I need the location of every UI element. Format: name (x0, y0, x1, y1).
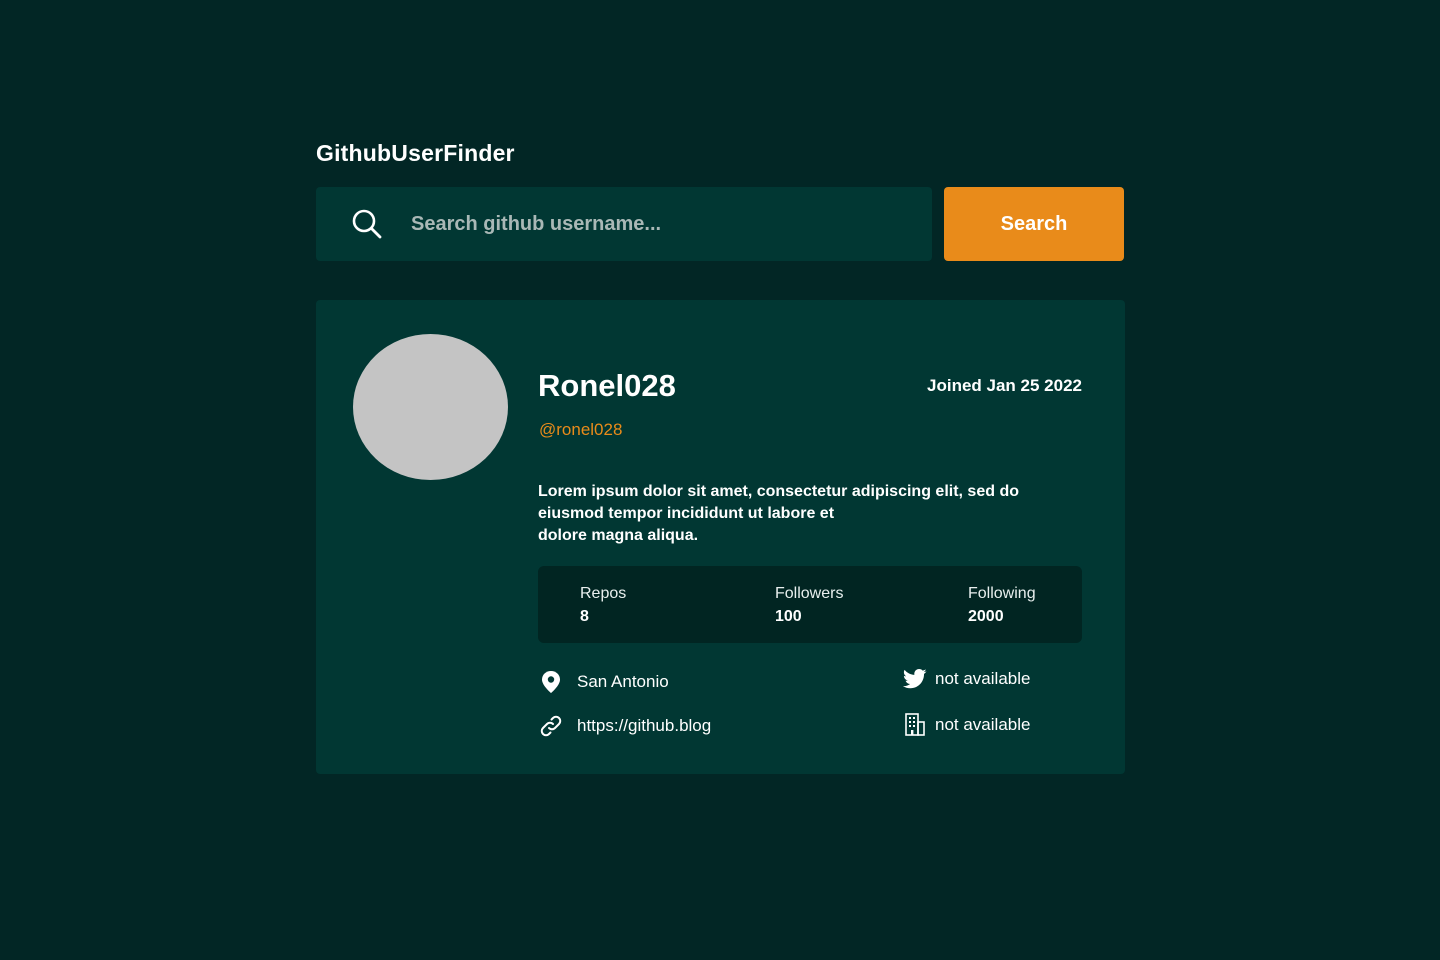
bio-line: Lorem ipsum dolor sit amet, consectetur … (538, 483, 1019, 500)
info-location: San Antonio (538, 670, 669, 694)
info-blog[interactable]: https://github.blog (538, 714, 711, 738)
info-twitter: not available (902, 669, 1030, 689)
profile-card: Ronel028 Joined Jan 25 2022 @ronel028 Lo… (316, 300, 1125, 774)
profile-display-name: Ronel028 (538, 368, 676, 403)
profile-username: @ronel028 (539, 420, 623, 439)
stat-following: Following 2000 (968, 585, 1036, 626)
avatar (353, 334, 508, 480)
search-input[interactable] (411, 187, 911, 261)
link-icon (538, 714, 564, 738)
search-button[interactable]: Search (944, 187, 1124, 261)
twitter-icon (902, 669, 928, 689)
bio-line: dolore magna aliqua. (538, 527, 699, 544)
stat-repos-label: Repos (580, 585, 627, 602)
profile-bio: Lorem ipsum dolor sit amet, consectetur … (538, 481, 1078, 547)
bio-line: eiusmod tempor incididunt ut labore et (538, 505, 835, 522)
twitter-text: not available (935, 669, 1031, 688)
location-text: San Antonio (577, 672, 669, 691)
location-pin-icon (538, 670, 564, 694)
building-icon (902, 713, 928, 737)
search-icon (351, 208, 383, 245)
info-company: not available (902, 713, 1030, 737)
app-title: GithubUserFinder (316, 140, 515, 166)
stat-following-value: 2000 (968, 608, 1004, 625)
stat-repos: Repos 8 (580, 585, 626, 626)
search-bar (316, 187, 932, 261)
stat-followers: Followers 100 (775, 585, 843, 626)
stat-followers-value: 100 (775, 608, 802, 625)
stats-panel: Repos 8 Followers 100 Following 2000 (538, 566, 1082, 643)
blog-link[interactable]: https://github.blog (577, 716, 711, 736)
joined-date: Joined Jan 25 2022 (927, 376, 1082, 395)
stat-repos-value: 8 (580, 608, 589, 625)
stat-followers-label: Followers (775, 585, 844, 602)
stat-following-label: Following (968, 585, 1036, 602)
company-text: not available (935, 715, 1031, 734)
